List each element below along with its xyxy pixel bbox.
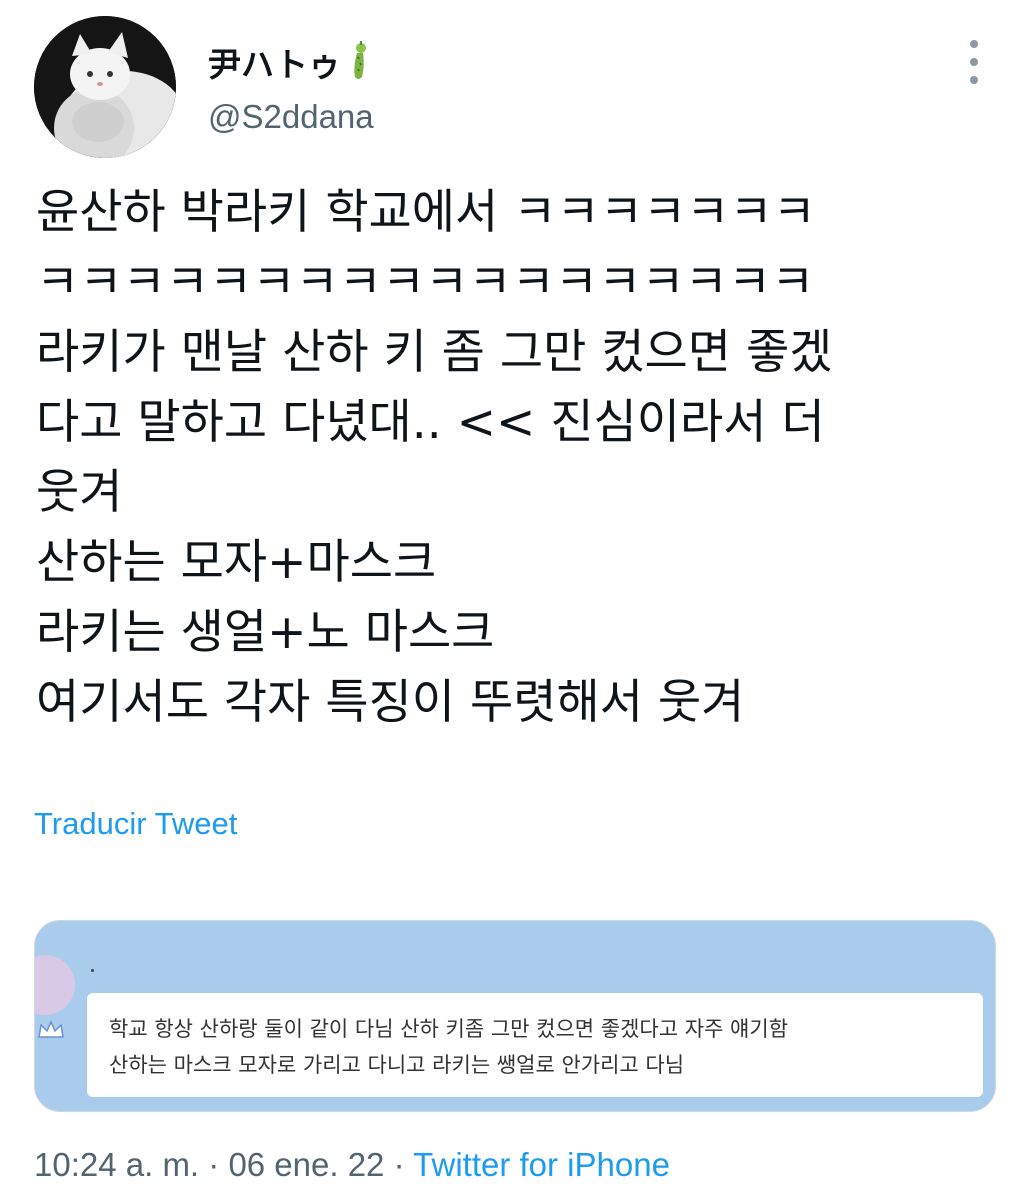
chat-avatar (35, 955, 75, 1015)
meta-separator: · (199, 1146, 229, 1183)
cucumber-emoji-icon (354, 41, 366, 79)
crown-icon (38, 1020, 64, 1038)
tweet-line: ㅋㅋㅋㅋㅋㅋㅋㅋㅋㅋㅋㅋㅋㅋㅋㅋㅋㅋ (36, 255, 815, 310)
bubble-line: 학교 항상 산하랑 둘이 같이 다님 산하 키좀 그만 컸으면 좋겠다고 자주 … (109, 1017, 789, 1041)
tweet-line: 라키가 맨날 산하 키 좀 그만 컸으면 좋겠 (36, 325, 833, 380)
tweet-date[interactable]: 06 ene. 22 (228, 1146, 384, 1183)
display-name-text: 尹ハトゥ (208, 45, 341, 84)
author-handle[interactable]: @S2ddana (208, 98, 374, 136)
media-attachment[interactable]: 학교 항상 산하랑 둘이 같이 다님 산하 키좀 그만 컸으면 좋겠다고 자주 … (34, 920, 996, 1112)
author-display-name[interactable]: 尹ハトゥ (208, 38, 371, 86)
tweet-time[interactable]: 10:24 a. m. (34, 1146, 199, 1183)
dot-mark (91, 969, 94, 972)
tweet-source-link[interactable]: Twitter for iPhone (413, 1146, 670, 1183)
tweet-line: 웃겨 (36, 465, 123, 520)
tweet-line: 산하는 모자+마스크 (36, 535, 437, 590)
tweet-text: 윤산하 박라키 학교에서 ㅋㅋㅋㅋㅋㅋㅋ ㅋㅋㅋㅋㅋㅋㅋㅋㅋㅋㅋㅋㅋㅋㅋㅋㅋㅋ … (36, 178, 986, 738)
bubble-line: 산하는 마스크 모자로 가리고 다니고 라키는 쌩얼로 안가리고 다님 (109, 1053, 685, 1077)
tweet-line: 여기서도 각자 특징이 뚜렷해서 웃겨 (36, 675, 745, 730)
tweet-line: 라키는 생얼+노 마스크 (36, 605, 495, 660)
meta-separator: · (384, 1146, 414, 1183)
translate-tweet-link[interactable]: Traducir Tweet (34, 806, 237, 842)
more-options-icon[interactable] (960, 40, 988, 84)
white-cat-avatar-icon (34, 16, 176, 158)
author-avatar[interactable] (34, 16, 176, 158)
tweet-line: 다고 말하고 다녔대.. << 진심이라서 더 (36, 395, 825, 450)
tweet-meta: 10:24 a. m. · 06 ene. 22 · Twitter for i… (34, 1146, 670, 1184)
tweet-line: 윤산하 박라키 학교에서 ㅋㅋㅋㅋㅋㅋㅋ (36, 185, 816, 240)
chat-bubble: 학교 항상 산하랑 둘이 같이 다님 산하 키좀 그만 컸으면 좋겠다고 자주 … (87, 993, 983, 1097)
